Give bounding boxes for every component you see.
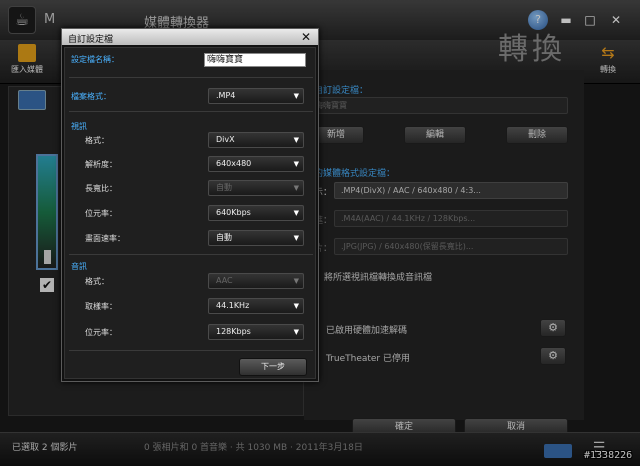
dialog-close-icon[interactable]: ✕ [298,29,314,45]
samplerate-select[interactable]: 44.1KHz ▼ [208,298,304,314]
next-button[interactable]: 下一步 [239,358,307,376]
file-format-label: 檔案格式： [71,92,111,101]
chevron-down-icon: ▼ [293,92,299,100]
aspect-ratio-select: 自動 ▼ [208,180,304,196]
aspect-ratio-value: 自動 [216,183,232,192]
chevron-down-icon: ▼ [293,136,299,144]
resolution-select[interactable]: 640x480 ▼ [208,156,304,172]
samplerate-label: 取樣率： [85,302,117,311]
resolution-value: 640x480 [216,159,252,168]
audio-bitrate-label: 位元率： [85,328,117,337]
video-format-value: DivX [216,135,235,144]
chevron-down-icon: ▼ [293,277,299,285]
file-format-select[interactable]: .MP4 ▼ [208,88,304,104]
resolution-label: 解析度： [85,160,117,169]
video-section-label: 視訊 [71,122,87,131]
aspect-ratio-label: 長寬比： [85,184,117,193]
profile-name-input[interactable]: 嗨嗨寶寶 [204,53,306,67]
samplerate-value: 44.1KHz [216,301,250,310]
dialog-body: 設定檔名稱： 嗨嗨寶寶 檔案格式： .MP4 ▼ 視訊 格式： DivX ▼ 解析度… [64,47,316,379]
chevron-down-icon: ▼ [293,184,299,192]
video-bitrate-label: 位元率： [85,209,117,218]
audio-bitrate-value: 128Kbps [216,327,251,336]
video-bitrate-value: 640Kbps [216,208,251,217]
chevron-down-icon: ▼ [293,209,299,217]
audio-bitrate-select[interactable]: 128Kbps ▼ [208,324,304,340]
audio-format-value: AAC [216,276,233,285]
divider [69,111,313,112]
video-format-select[interactable]: DivX ▼ [208,132,304,148]
profile-name-label: 設定檔名稱： [71,55,119,64]
file-format-value: .MP4 [216,91,236,100]
audio-section-label: 音訊 [71,262,87,271]
dialog-title: 自訂設定檔 [68,35,114,45]
chevron-down-icon: ▼ [293,160,299,168]
video-bitrate-select[interactable]: 640Kbps ▼ [208,205,304,221]
chevron-down-icon: ▼ [293,328,299,336]
framerate-select[interactable]: 自動 ▼ [208,230,304,246]
video-format-label: 格式： [85,136,109,145]
divider [69,350,313,351]
chevron-down-icon: ▼ [293,234,299,242]
framerate-label: 畫面速率： [85,234,125,243]
divider [69,254,313,255]
audio-format-label: 格式： [85,277,109,286]
divider [69,77,313,78]
audio-format-select: AAC ▼ [208,273,304,289]
framerate-value: 自動 [216,233,232,242]
custom-profile-dialog: 自訂設定檔 ✕ 設定檔名稱： 嗨嗨寶寶 檔案格式： .MP4 ▼ 視訊 格式： D… [61,28,319,382]
chevron-down-icon: ▼ [293,302,299,310]
